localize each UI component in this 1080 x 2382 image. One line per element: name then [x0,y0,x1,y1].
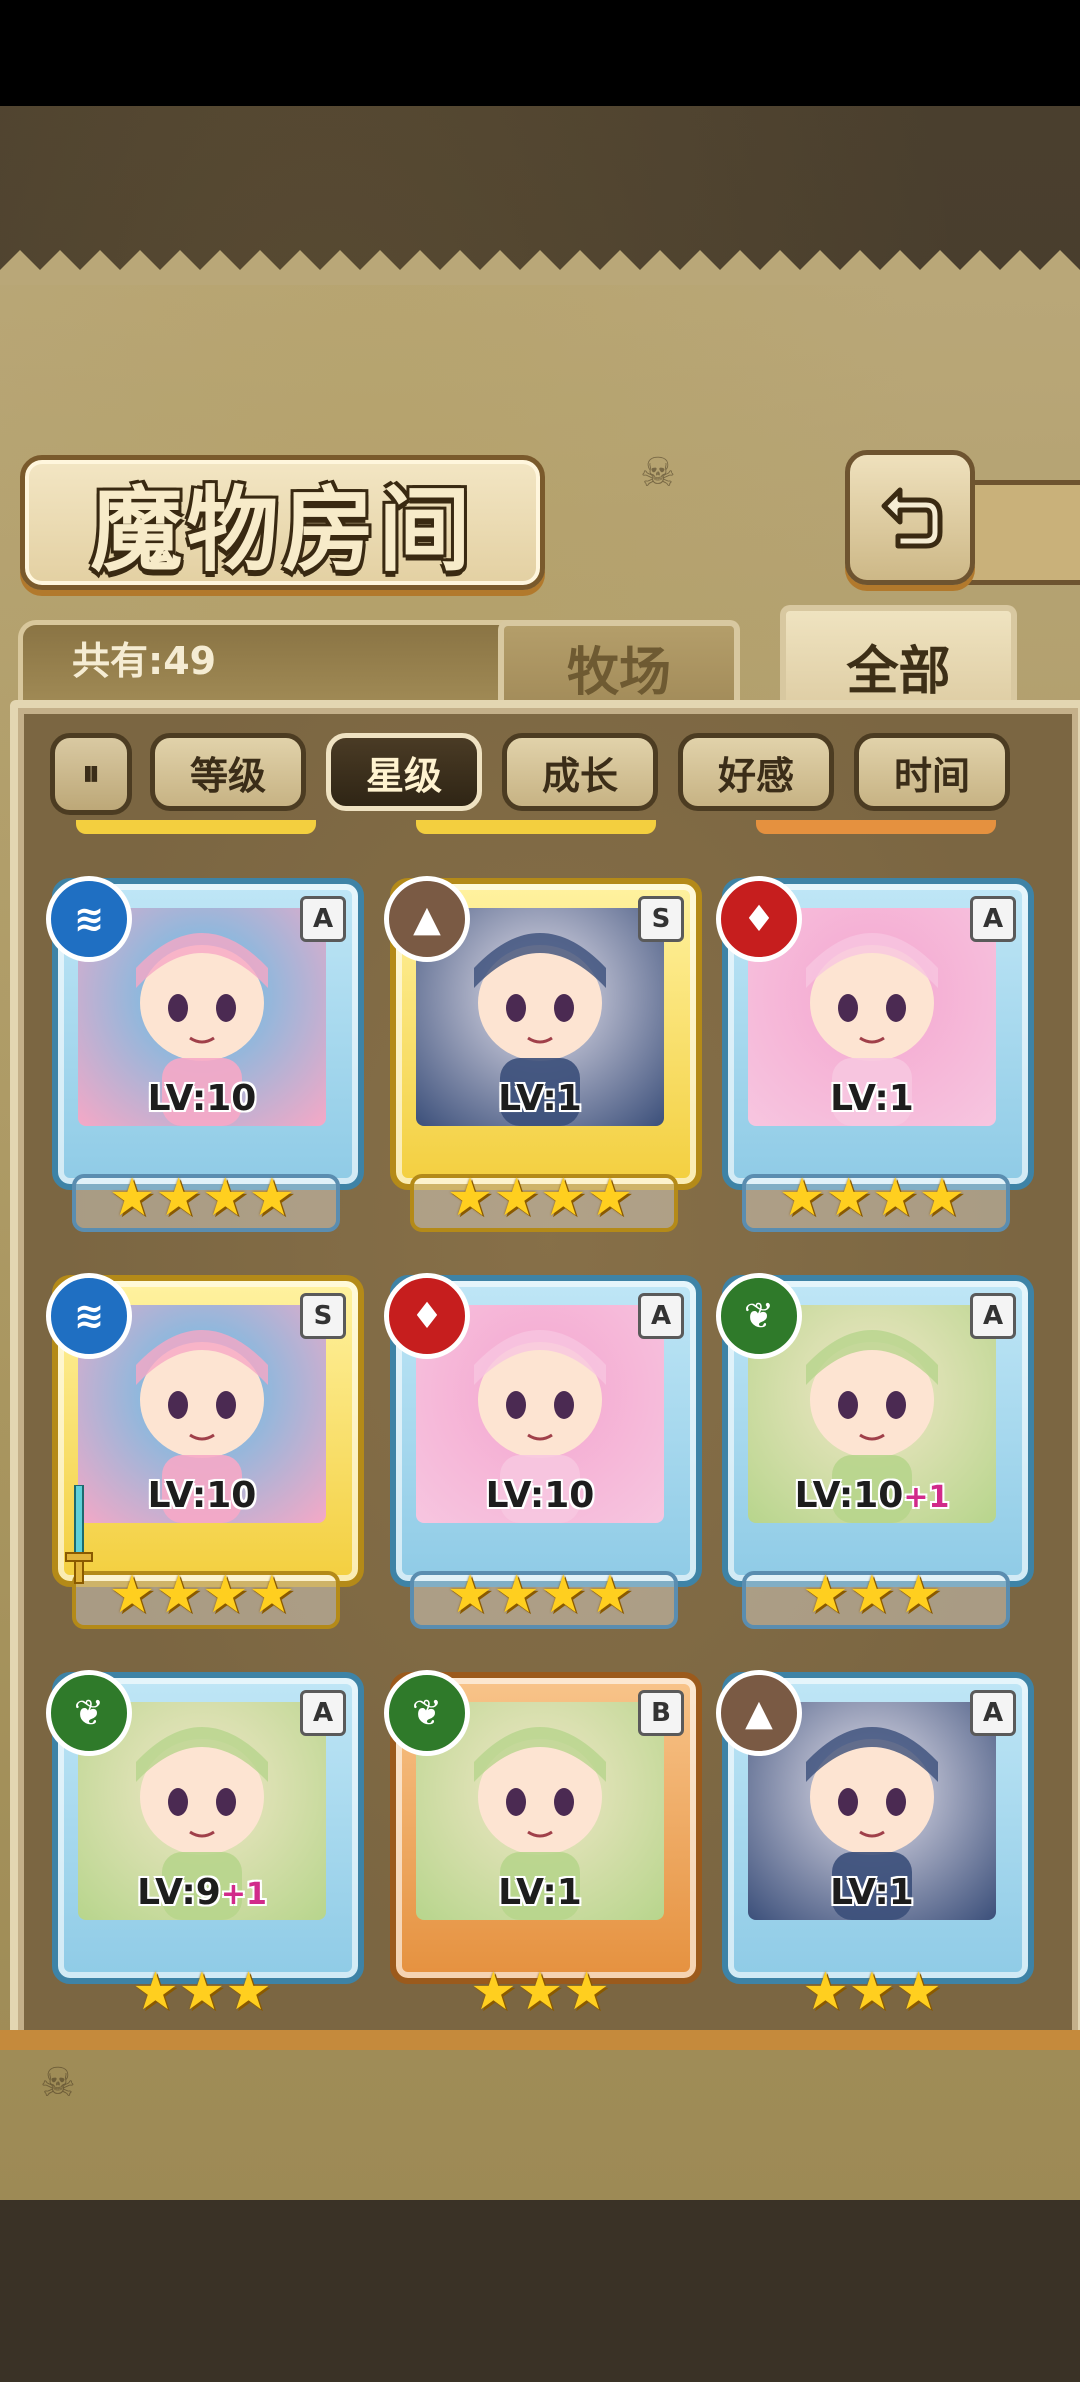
sort-order-toggle[interactable]: ⏸ [50,733,132,815]
star-rating: ★★★★ [446,1565,634,1625]
level-label: LV:9+1 [52,1872,352,1913]
rank-badge: A [970,896,1016,942]
rank-badge: A [638,1293,684,1339]
status-bar [0,0,1080,106]
level-label: LV:1 [722,1078,1022,1119]
sort-affection-button[interactable]: 好感 [678,733,834,811]
wood-element-icon: ❦ [384,1670,470,1756]
monster-card[interactable]: ▲ S LV:1 ★★★★ [384,876,702,1232]
sort-order-icon: ⏸ [82,753,100,794]
level-label: LV:1 [390,1872,690,1913]
level-value: LV:10 [147,1078,257,1119]
level-value: LV:1 [498,1872,582,1913]
wood-element-icon: ❦ [716,1273,802,1359]
star-rating: ★★★ [470,1962,610,2022]
skull-map-icon: ☠ [40,2060,76,2106]
zigzag-border-top [0,250,1080,290]
level-label: LV:10 [52,1078,352,1119]
rank-badge: B [638,1690,684,1736]
rank-badge: S [300,1293,346,1339]
level-label: LV:10 [52,1475,352,1516]
level-label: LV:1 [390,1078,690,1119]
previous-row-card-edge [416,820,656,834]
monster-card[interactable]: ❦ A LV:10+1 ★★★ [716,1273,1034,1629]
level-label: LV:10 [390,1475,690,1516]
rank-badge: A [300,896,346,942]
level-value: LV:1 [498,1078,582,1119]
title-plate: 魔物房间 [20,455,545,590]
sort-star-button[interactable]: 星级 [326,733,482,811]
star-rating: ★★★ [132,1962,272,2022]
earth-element-icon: ▲ [716,1670,802,1756]
skull-map-icon: ☠ [640,450,676,496]
level-bonus: +1 [220,1877,267,1912]
weapon-equipped-icon [65,1485,93,1584]
sort-level-button[interactable]: 等级 [150,733,306,811]
previous-row-card-edge [76,820,316,834]
earth-element-icon: ▲ [384,876,470,962]
level-value: LV:10 [794,1475,904,1516]
monster-card[interactable]: ❦ B LV:1 ★★★ [384,1670,702,2022]
fire-element-icon: ♦ [716,876,802,962]
star-rating: ★★★★ [446,1168,634,1228]
sort-time-button[interactable]: 时间 [854,733,1010,811]
water-element-icon: ≋ [46,876,132,962]
monster-card[interactable]: ♦ A LV:10 ★★★★ [384,1273,702,1629]
rank-badge: A [970,1293,1016,1339]
star-rating: ★★★ [802,1962,942,2022]
rank-badge: S [638,896,684,942]
star-rating: ★★★★ [108,1565,296,1625]
level-value: LV:10 [147,1475,257,1516]
rank-badge: A [970,1690,1016,1736]
monster-card[interactable]: ▲ A LV:1 ★★★ [716,1670,1034,2022]
level-bonus: +1 [903,1480,950,1515]
rank-badge: A [300,1690,346,1736]
wood-element-icon: ❦ [46,1670,132,1756]
previous-row-card-edge [756,820,996,834]
return-arrow-icon [881,487,943,548]
level-value: LV:1 [830,1078,914,1119]
sort-bar: ⏸ 等级 星级 成长 好感 时间 [50,733,1030,815]
panel-bottom-edge [0,2030,1080,2050]
water-element-icon: ≋ [46,1273,132,1359]
monster-card[interactable]: ♦ A LV:1 ★★★★ [716,876,1034,1232]
back-button[interactable] [845,450,975,585]
level-label: LV:1 [722,1872,1022,1913]
bottom-map-strip [0,2200,1080,2382]
star-rating: ★★★★ [778,1168,966,1228]
level-value: LV:1 [830,1872,914,1913]
back-button-rail [965,480,1080,585]
page-title: 魔物房间 [90,476,475,584]
star-rating: ★★★ [802,1565,942,1625]
level-value: LV:10 [485,1475,595,1516]
sort-growth-button[interactable]: 成长 [502,733,658,811]
monster-card[interactable]: ≋ A LV:10 ★★★★ [46,876,364,1232]
fire-element-icon: ♦ [384,1273,470,1359]
monster-card[interactable]: ❦ A LV:9+1 ★★★ [46,1670,364,2022]
star-rating: ★★★★ [108,1168,296,1228]
level-label: LV:10+1 [722,1475,1022,1516]
monster-card[interactable]: ≋ S LV:10 ★★★★ [46,1273,364,1629]
monster-count: 共有:49 [72,639,217,683]
tab-ranch[interactable]: 牧场 [498,620,740,708]
level-value: LV:9 [137,1872,221,1913]
